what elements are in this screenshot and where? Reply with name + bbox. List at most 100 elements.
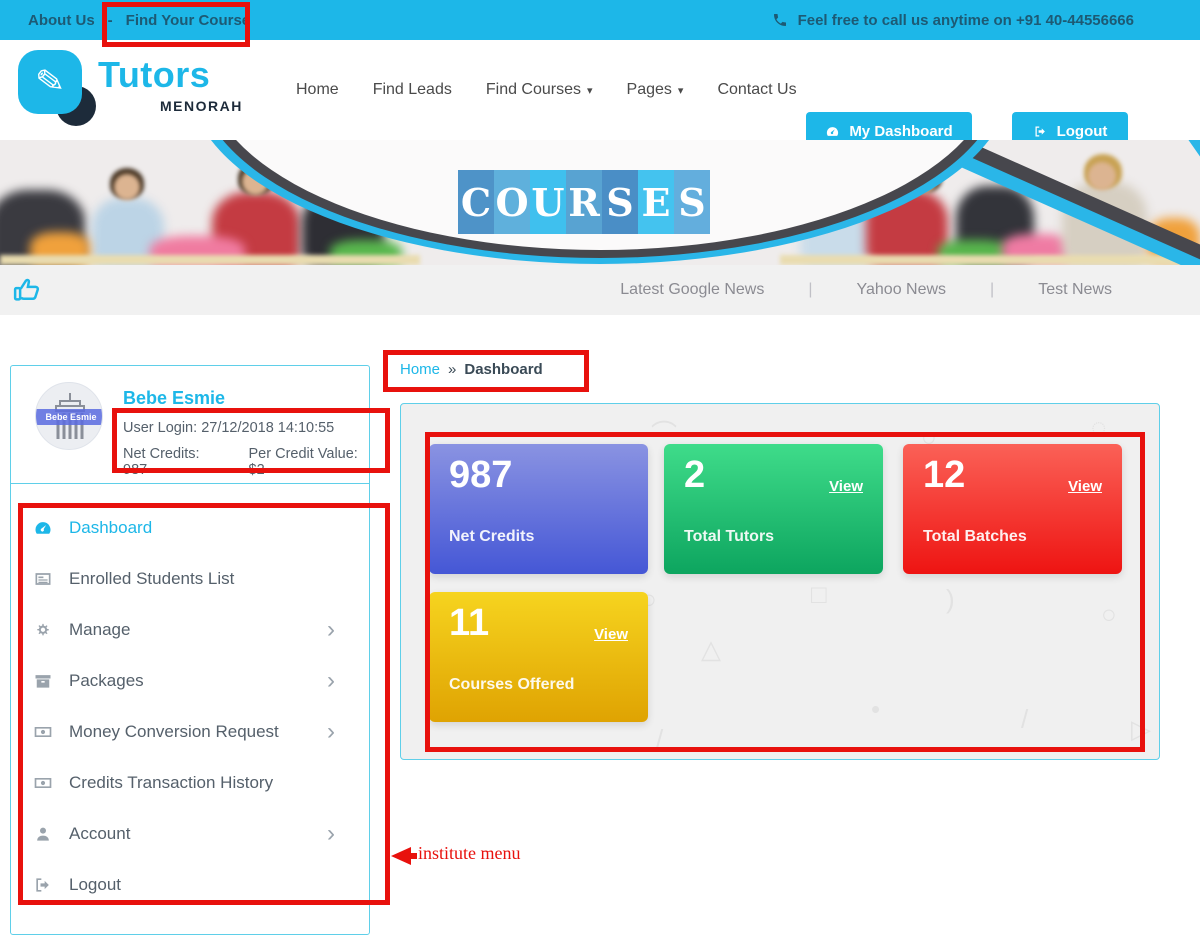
news-links: Latest Google News | Yahoo News | Test N… [620,265,1112,315]
money-bill-icon [33,773,53,793]
card-net-credits: 987 Net Credits [429,444,648,574]
breadcrumb-home-link[interactable]: Home [400,361,440,378]
nav-item-find-leads[interactable]: Find Leads [373,81,452,99]
topbar-link-about-us[interactable]: About Us [28,12,95,29]
banner-letter: O [494,170,530,234]
content: Bebe Esmie Bebe Esmie User Login: 27/12/… [0,315,1200,951]
banner-photo-head [1088,162,1116,190]
user-login-value: 27/12/2018 14:10:55 [201,420,334,436]
sidebar-item-packages[interactable]: Packages › [11,655,369,706]
sidebar-item-logout[interactable]: Logout [11,859,369,910]
nav-label: Home [296,81,339,99]
banner-letter: E [638,170,674,234]
header: ✎ Tutors MENORAH Home Find Leads Find Co… [0,40,1200,140]
topbar-links: About Us - Find Your Course [28,0,250,40]
my-dashboard-label: My Dashboard [849,123,952,140]
phone-text: Feel free to call us anytime on +91 40-4… [798,12,1134,29]
profile-name: Bebe Esmie [123,388,225,409]
nav-label: Find Courses [486,81,581,99]
card-value: 2 [684,454,705,497]
view-link[interactable]: View [1068,478,1102,495]
avatar-ribbon: Bebe Esmie [35,409,103,425]
pattern-shape: ▷ [1131,714,1151,745]
topbar-link-find-your-course[interactable]: Find Your Course [126,12,250,29]
caret-down-icon: ▾ [678,84,684,97]
card-courses-offered: 11 View Courses Offered [429,592,648,722]
user-login-label: User Login: [123,420,197,436]
card-value: 12 [923,454,965,497]
main-nav: Home Find Leads Find Courses ▾ Pages ▾ Con… [296,40,797,140]
list-icon [33,569,53,589]
dashboard-panel: ⌒ ○ ◌ ○ △ □ ) ○ • / ▷ / 987 Net Credits … [400,403,1160,760]
nav-item-find-courses[interactable]: Find Courses ▾ [486,81,593,99]
banner-photo-head [114,174,140,200]
sidebar-item-manage[interactable]: Manage › [11,604,369,655]
sidebar-item-label: Dashboard [69,518,152,538]
sidebar-panel: Bebe Esmie Bebe Esmie User Login: 27/12/… [10,365,370,935]
view-link[interactable]: View [829,478,863,495]
money-bill-icon [33,722,53,742]
caret-down-icon: ▾ [587,84,593,97]
per-credit-label: Per Credit Value: [249,446,358,462]
banner-title-courses: C O U R S E S [458,170,710,234]
news-link-test[interactable]: Test News [1038,281,1112,299]
user-icon [33,824,53,844]
topbar-phone: Feel free to call us anytime on +91 40-4… [772,0,1134,40]
news-link-yahoo[interactable]: Yahoo News [857,281,947,299]
card-value: 11 [449,602,489,645]
breadcrumb: Home » Dashboard [400,361,543,378]
newsbar: Latest Google News | Yahoo News | Test N… [0,265,1200,315]
archive-box-icon [33,671,53,691]
sidebar-item-dashboard[interactable]: Dashboard [11,502,369,553]
gear-icon [33,620,53,640]
sidebar-item-label: Credits Transaction History [69,773,273,793]
avatar: Bebe Esmie [35,382,103,450]
news-link-google[interactable]: Latest Google News [620,281,764,299]
card-label: Total Tutors [684,528,774,546]
sidebar-item-enrolled-students-list[interactable]: Enrolled Students List [11,553,369,604]
net-credits-label: Net Credits: [123,446,200,462]
hero-banner: C O U R S E S [0,140,1200,265]
sign-out-icon [1033,124,1048,139]
dashboard-gauge-icon [825,124,840,139]
nav-label: Pages [627,81,672,99]
banner-bench [0,255,420,265]
card-label: Courses Offered [449,676,574,694]
pattern-shape: • [871,694,880,725]
banner-letter: R [566,170,602,234]
banner-bench [780,255,1200,265]
nav-item-home[interactable]: Home [296,81,339,99]
sidebar-item-label: Account [69,824,130,844]
logout-label: Logout [1057,123,1108,140]
sidebar-menu: Dashboard Enrolled Students List Manage … [11,502,369,910]
pattern-shape: / [656,724,663,755]
nav-item-contact-us[interactable]: Contact Us [717,81,796,99]
net-credits-value: 987 [123,462,147,478]
card-label: Net Credits [449,528,534,546]
dashboard-gauge-icon [33,518,53,538]
sidebar-item-money-conversion-request[interactable]: Money Conversion Request › [11,706,369,757]
card-value: 987 [449,454,512,497]
pattern-shape: ◌ [1091,412,1106,443]
profile-login: User Login: 27/12/2018 14:10:55 [123,420,334,436]
pattern-shape: □ [811,579,827,610]
thumbs-up-icon[interactable] [12,275,42,305]
card-total-tutors: 2 View Total Tutors [664,444,883,574]
topbar-separator: - [108,12,113,29]
card-total-batches: 12 View Total Batches [903,444,1122,574]
banner-letter: S [602,170,638,234]
pencil-icon: ✎ [33,60,67,104]
pattern-shape: ) [946,584,955,615]
banner-letter: C [458,170,494,234]
nav-item-pages[interactable]: Pages ▾ [627,81,684,99]
view-link[interactable]: View [594,626,628,643]
sidebar-item-credits-transaction-history[interactable]: Credits Transaction History [11,757,369,808]
breadcrumb-separator: » [448,361,456,378]
logo[interactable]: ✎ Tutors MENORAH [12,46,272,134]
chevron-right-icon: › [327,822,335,846]
nav-label: Find Leads [373,81,452,99]
sidebar-item-account[interactable]: Account › [11,808,369,859]
sign-out-icon [33,875,53,895]
breadcrumb-current: Dashboard [464,361,542,378]
sidebar-item-label: Manage [69,620,130,640]
